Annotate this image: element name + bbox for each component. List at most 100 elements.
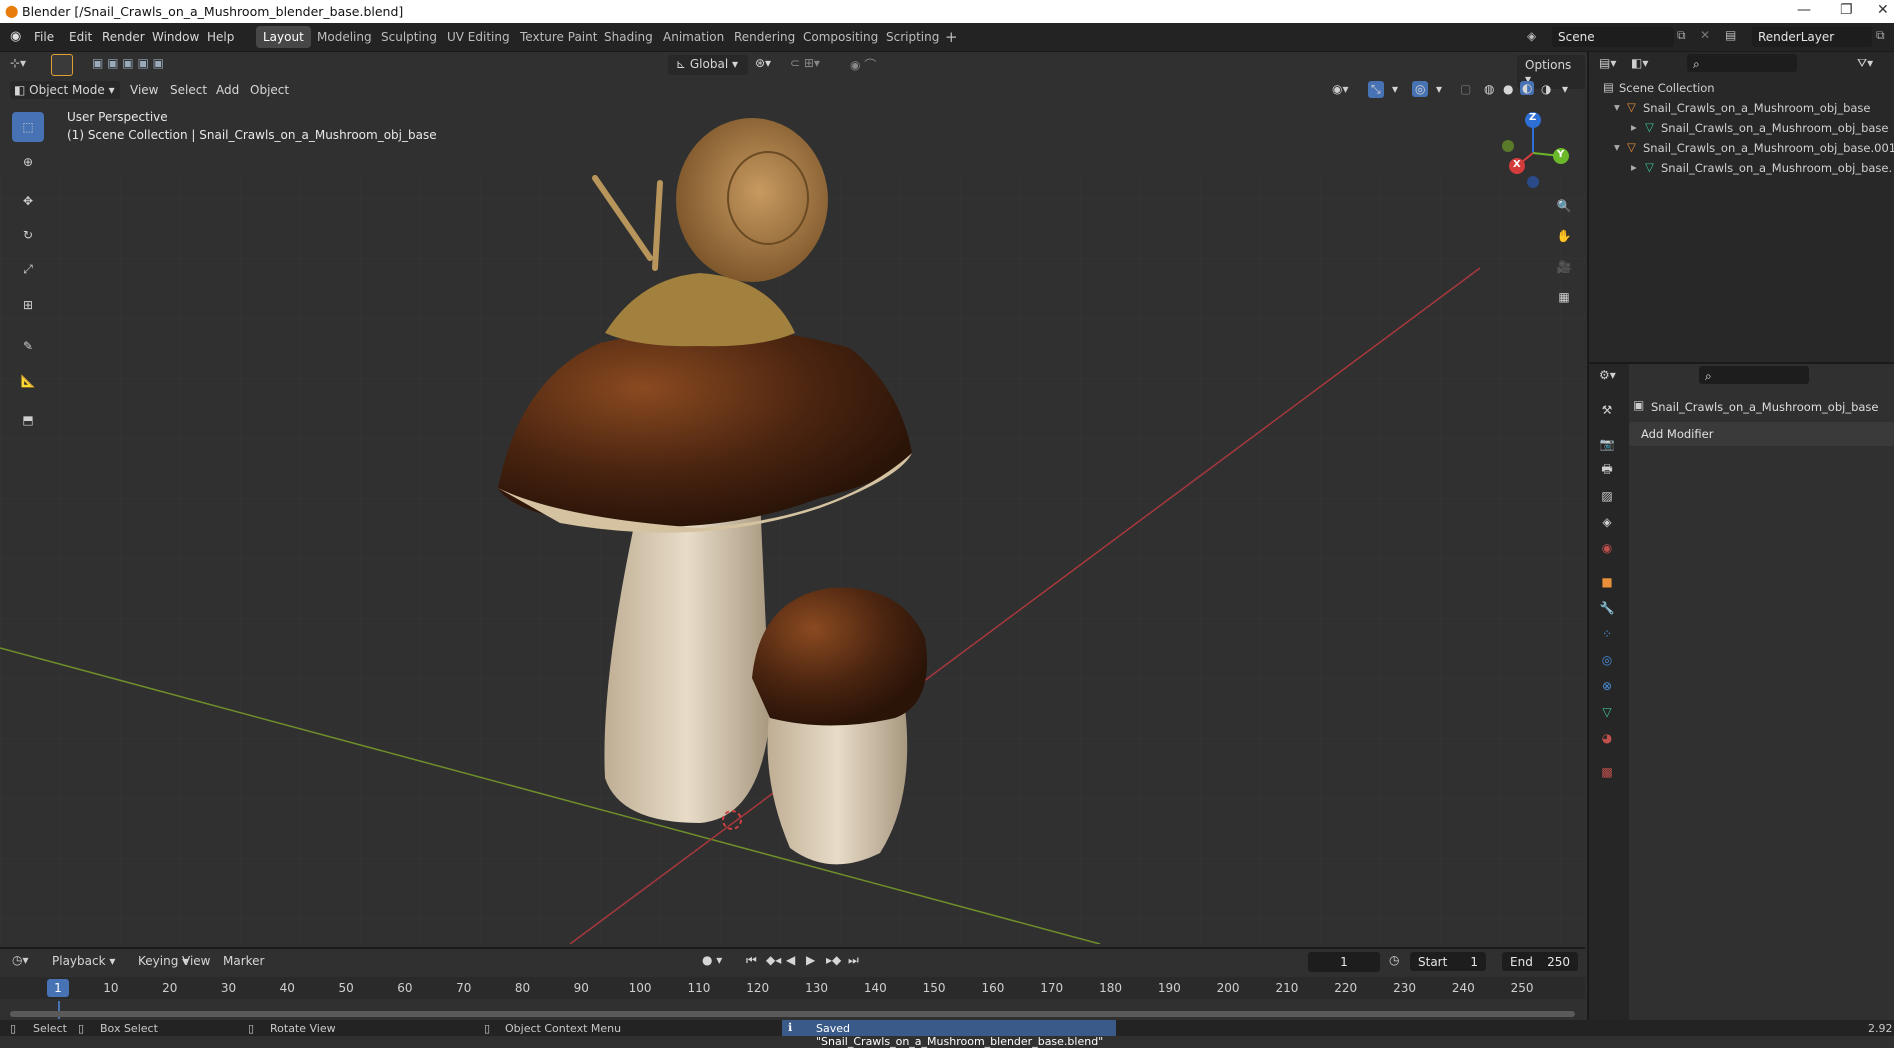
- outliner-row-object[interactable]: ▾ ▽ Snail_Crawls_on_a_Mushroom_obj_base.…: [1589, 138, 1894, 158]
- editor-type-icon[interactable]: ⊹▾: [10, 56, 26, 70]
- menu-object[interactable]: Object: [250, 83, 289, 97]
- shading-dropdown-icon[interactable]: ▾: [1562, 82, 1568, 96]
- object-tab-icon[interactable]: ■: [1595, 570, 1619, 594]
- play-reverse-icon[interactable]: ◀: [786, 953, 795, 967]
- tab-layout[interactable]: Layout: [256, 26, 311, 48]
- ortho-grid-icon[interactable]: ▦: [1551, 284, 1577, 310]
- current-frame-field[interactable]: 1: [1308, 952, 1380, 972]
- end-frame-field[interactable]: End 250: [1502, 952, 1578, 971]
- jump-end-icon[interactable]: ⏭: [848, 953, 859, 968]
- annotate-tool-icon[interactable]: ✎: [12, 331, 44, 361]
- menu-edit[interactable]: Edit: [69, 30, 92, 44]
- new-view-layer-icon[interactable]: ⧉: [1876, 28, 1885, 43]
- display-mode-icon[interactable]: ◧▾: [1631, 56, 1648, 70]
- rendered-shading-icon[interactable]: ◑: [1541, 82, 1551, 96]
- minimize-button[interactable]: —: [1797, 2, 1811, 18]
- play-icon[interactable]: ▶: [806, 953, 815, 967]
- constraints-tab-icon[interactable]: ⊗: [1595, 674, 1619, 698]
- properties-search-input[interactable]: ⌕: [1699, 366, 1809, 384]
- close-button[interactable]: ✕: [1877, 2, 1889, 18]
- timeline-editor-icon[interactable]: ◷▾: [12, 953, 29, 967]
- selection-mode-icons[interactable]: ▣ ▣ ▣ ▣ ▣: [92, 56, 164, 70]
- render-layer-field[interactable]: RenderLayer: [1752, 27, 1872, 47]
- transform-tool-icon[interactable]: ⊞: [12, 290, 44, 320]
- record-keyframe-icon[interactable]: ● ▾: [702, 953, 722, 967]
- view-layer-tab-icon[interactable]: ▨: [1595, 484, 1619, 508]
- menu-keying[interactable]: Keying ▾: [138, 954, 188, 968]
- overlay-toggle-icon[interactable]: ◎: [1412, 81, 1429, 97]
- 3d-viewport[interactable]: Z Y X ◧ Object Mode ▾ View Select Add Ob…: [0, 78, 1585, 944]
- start-frame-field[interactable]: Start 1: [1410, 952, 1486, 971]
- outliner-row-object[interactable]: ▾ ▽ Snail_Crawls_on_a_Mushroom_obj_base: [1589, 98, 1894, 118]
- physics-tab-icon[interactable]: ◎: [1595, 648, 1619, 672]
- tool-tab-icon[interactable]: ⚒: [1595, 398, 1619, 422]
- tab-rendering[interactable]: Rendering: [727, 26, 802, 48]
- solid-shading-icon[interactable]: ●: [1503, 82, 1513, 96]
- gizmo-toggle-icon[interactable]: ⤡: [1368, 81, 1384, 98]
- move-tool-icon[interactable]: ✥: [12, 186, 44, 216]
- select-tool-icon[interactable]: [51, 54, 73, 76]
- snap-icon[interactable]: ⊂ ⊞▾: [790, 56, 820, 70]
- particles-tab-icon[interactable]: ⁘: [1595, 622, 1619, 646]
- zoom-icon[interactable]: 🔍: [1551, 193, 1577, 219]
- menu-select[interactable]: Select: [170, 83, 207, 97]
- scene-tab-icon[interactable]: ◈: [1595, 510, 1619, 534]
- gizmo-dropdown-icon[interactable]: ▾: [1392, 82, 1398, 96]
- modifier-tab-icon[interactable]: 🔧: [1595, 596, 1619, 620]
- pivot-point-icon[interactable]: ⊛▾: [755, 56, 771, 70]
- jump-start-icon[interactable]: ⏮: [746, 953, 757, 968]
- select-box-tool-icon[interactable]: ⬚: [12, 112, 44, 142]
- menu-view[interactable]: View: [130, 83, 158, 97]
- xray-icon[interactable]: ▢: [1460, 82, 1471, 96]
- expand-arrow-icon[interactable]: ▸: [1631, 120, 1637, 134]
- measure-tool-icon[interactable]: 📐: [12, 366, 44, 396]
- overlay-dropdown-icon[interactable]: ▾: [1436, 82, 1442, 96]
- menu-playback[interactable]: Playback ▾: [52, 954, 115, 968]
- tab-uv-editing[interactable]: UV Editing: [440, 26, 517, 48]
- rotate-tool-icon[interactable]: ↻: [12, 220, 44, 250]
- outliner-row-mesh[interactable]: ▸ ▽ Snail_Crawls_on_a_Mushroom_obj_base.: [1589, 158, 1894, 178]
- world-tab-icon[interactable]: ◉: [1595, 536, 1619, 560]
- outliner-row-mesh[interactable]: ▸ ▽ Snail_Crawls_on_a_Mushroom_obj_base: [1589, 118, 1894, 138]
- expand-arrow-icon[interactable]: ▾: [1614, 100, 1620, 114]
- prev-keyframe-icon[interactable]: ◆◂: [766, 953, 781, 967]
- menu-file[interactable]: File: [34, 30, 54, 44]
- tab-scripting[interactable]: Scripting: [879, 26, 946, 48]
- transform-orientation-dropdown[interactable]: ⊾ Global ▾: [668, 55, 748, 75]
- preview-range-icon[interactable]: ◷: [1389, 953, 1399, 967]
- add-workspace-icon[interactable]: +: [945, 28, 958, 46]
- data-tab-icon[interactable]: ▽: [1595, 700, 1619, 724]
- new-scene-icon[interactable]: ⧉: [1677, 28, 1686, 43]
- menu-window[interactable]: Window: [152, 30, 199, 44]
- output-tab-icon[interactable]: 🖶: [1595, 458, 1619, 482]
- tab-animation[interactable]: Animation: [656, 26, 731, 48]
- blender-menu-icon[interactable]: ◉: [10, 29, 21, 44]
- menu-timeline-view[interactable]: View: [182, 954, 210, 968]
- filter-icon[interactable]: ⛛▾: [1857, 56, 1873, 71]
- visibility-icon[interactable]: ◉▾: [1332, 82, 1349, 96]
- menu-help[interactable]: Help: [207, 30, 234, 44]
- texture-tab-icon[interactable]: ▩: [1595, 760, 1619, 784]
- menu-add[interactable]: Add: [216, 83, 239, 97]
- menu-render[interactable]: Render: [102, 30, 145, 44]
- scene-selector-icon[interactable]: ◈: [1527, 29, 1536, 43]
- delete-scene-icon[interactable]: ✕: [1700, 28, 1710, 42]
- tab-texture-paint[interactable]: Texture Paint: [513, 26, 604, 48]
- expand-arrow-icon[interactable]: ▸: [1631, 160, 1637, 174]
- tab-compositing[interactable]: Compositing: [796, 26, 885, 48]
- camera-view-icon[interactable]: 🎥: [1551, 254, 1577, 280]
- view-layer-icon[interactable]: ▤: [1725, 28, 1736, 42]
- menu-marker[interactable]: Marker: [223, 954, 264, 968]
- outliner-row-scene-collection[interactable]: ▤ Scene Collection: [1589, 78, 1894, 98]
- outliner-editor-icon[interactable]: ▤▾: [1599, 56, 1616, 70]
- add-cube-tool-icon[interactable]: ⬒: [12, 405, 44, 435]
- expand-arrow-icon[interactable]: ▾: [1614, 140, 1620, 154]
- tab-shading[interactable]: Shading: [597, 26, 660, 48]
- scene-name-field[interactable]: Scene: [1552, 27, 1674, 47]
- outliner-search-input[interactable]: ⌕: [1687, 54, 1797, 72]
- tab-sculpting[interactable]: Sculpting: [374, 26, 444, 48]
- scale-tool-icon[interactable]: ⤢: [12, 254, 44, 284]
- render-tab-icon[interactable]: 📷: [1595, 432, 1619, 456]
- pan-hand-icon[interactable]: ✋: [1551, 223, 1577, 249]
- tab-modeling[interactable]: Modeling: [310, 26, 379, 48]
